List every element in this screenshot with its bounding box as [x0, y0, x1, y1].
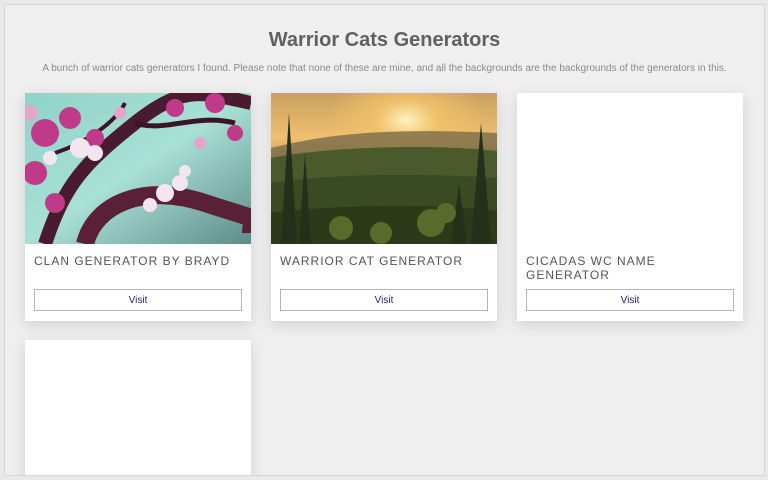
generator-card: Warrior Cat Generator Visit	[271, 93, 497, 321]
forest-sunset-image	[271, 93, 497, 244]
blank-image	[25, 340, 251, 475]
visit-button[interactable]: Visit	[34, 289, 242, 311]
page-subtitle: A bunch of warrior cats generators I fou…	[42, 63, 727, 74]
page-title: Warrior Cats Generators	[268, 29, 501, 51]
generator-card: Cicadas WC Name Generator Visit	[517, 93, 743, 321]
visit-button[interactable]: Visit	[526, 289, 734, 311]
generator-card	[25, 340, 251, 475]
card-title: Clan Generator by Brayd	[34, 254, 231, 268]
cherry-blossom-image	[25, 93, 251, 244]
generator-card: Clan Generator by Brayd Visit	[25, 93, 251, 321]
page-frame: Warrior Cats Generators A bunch of warri…	[4, 4, 765, 476]
blank-image	[517, 93, 743, 244]
card-title: Warrior Cat Generator	[280, 254, 464, 268]
visit-button[interactable]: Visit	[280, 289, 488, 311]
card-title: Cicadas WC Name Generator	[526, 254, 656, 282]
